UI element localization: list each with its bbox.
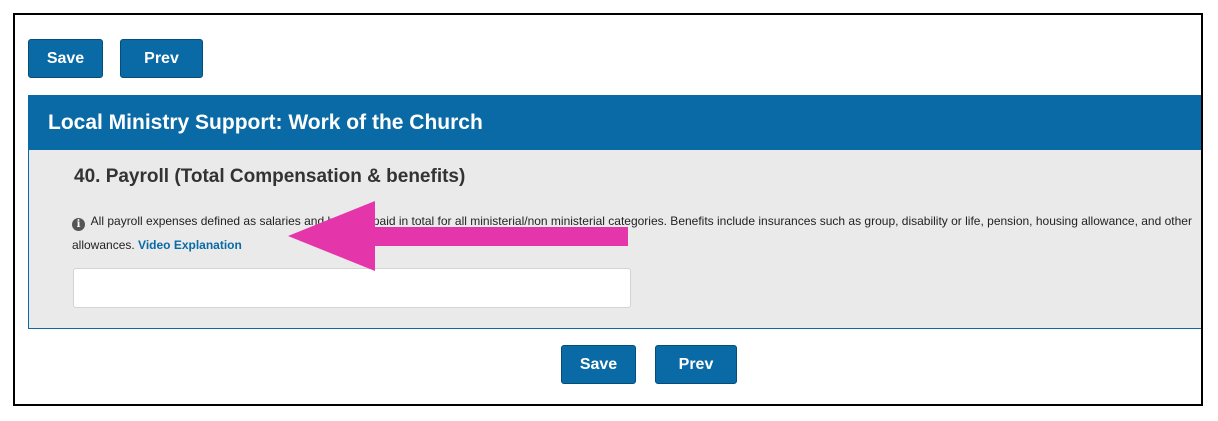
save-button-bottom[interactable]: Save bbox=[561, 345, 636, 384]
save-button-top[interactable]: Save bbox=[28, 39, 103, 78]
question-title: 40. Payroll (Total Compensation & benefi… bbox=[74, 166, 466, 187]
page-frame: Save Prev Local Ministry Support: Work o… bbox=[13, 13, 1203, 406]
prev-button-bottom[interactable]: Prev bbox=[655, 345, 737, 384]
section-title: Local Ministry Support: Work of the Chur… bbox=[29, 96, 1201, 150]
payroll-input[interactable] bbox=[73, 268, 631, 308]
video-explanation-link[interactable]: Video Explanation bbox=[138, 238, 242, 252]
question-help-text: i All payroll expenses defined as salari… bbox=[72, 209, 1201, 257]
info-icon: i bbox=[72, 218, 85, 231]
section-panel: Local Ministry Support: Work of the Chur… bbox=[28, 95, 1201, 329]
prev-button-top[interactable]: Prev bbox=[120, 39, 203, 78]
